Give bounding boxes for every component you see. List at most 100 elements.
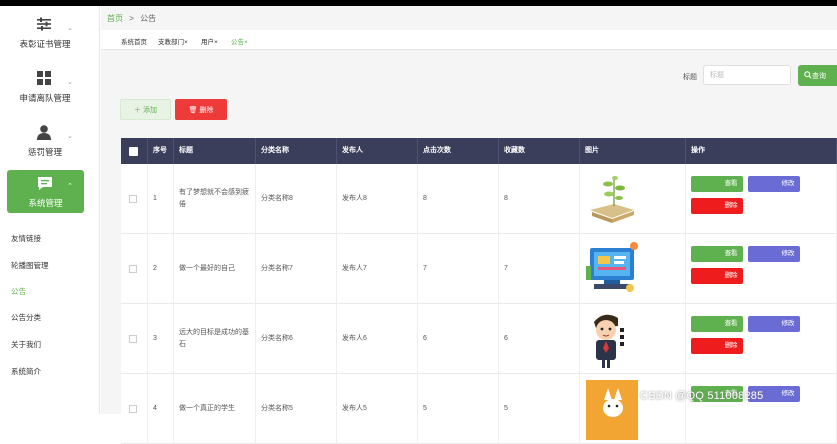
publisher-cell: 发布人5 (337, 374, 418, 444)
row-clicks: 8 (423, 195, 427, 202)
watermark: CSDN @QQ 511008285 (640, 390, 764, 402)
search-input[interactable] (703, 65, 791, 85)
search-button[interactable]: 查询 (798, 65, 837, 86)
view-button[interactable]: ♡ 查看 (691, 246, 743, 262)
view-button[interactable]: ♡ 查看 (691, 316, 743, 332)
index-cell: 1 (148, 164, 174, 234)
row-checkbox[interactable] (129, 265, 137, 273)
actions-cell: ♡ 查看 ♡ 修改 ♡ 删除 (686, 304, 837, 374)
favorites-cell: 8 (499, 164, 580, 234)
header-actions: 操作 (686, 138, 837, 164)
row-category: 分类名称7 (261, 265, 293, 272)
index-cell: 3 (148, 304, 174, 374)
nav-punishment-management[interactable]: ⌄ 惩罚管理 (0, 118, 100, 168)
sidebar: ⌄ 表彰证书管理 ⌄ 申请离队管理 ⌄ 惩罚管理 ⌃ 系统管理 友情链接 轮播图… (0, 6, 100, 414)
breadcrumb: 首页 > 公告 (107, 13, 156, 24)
select-cell (121, 374, 148, 444)
sub-item-notice[interactable]: 公告 (11, 286, 26, 297)
delete-label: 删除 (724, 272, 738, 279)
edit-label: 修改 (781, 320, 795, 327)
row-publisher: 发布人8 (342, 195, 367, 202)
select-cell (121, 164, 148, 234)
select-cell (121, 304, 148, 374)
sub-item-about-us[interactable]: 关于我们 (11, 339, 41, 350)
search-icon (804, 71, 812, 79)
select-all-checkbox[interactable] (129, 147, 138, 156)
breadcrumb-separator: > (129, 14, 134, 23)
computer-study-image (584, 238, 640, 300)
index-cell: 4 (148, 374, 174, 444)
batch-delete-button[interactable]: 🗑 删除 (175, 99, 227, 120)
image-cell (580, 164, 686, 234)
publisher-cell: 发布人6 (337, 304, 418, 374)
table-row: 2 做一个最好的自己 分类名称7 发布人7 7 7 ♡ 查看 ♡ 修改 ♡ 删除 (121, 234, 837, 304)
delete-button[interactable]: ♡ 删除 (691, 198, 743, 214)
row-favorites: 5 (504, 405, 508, 412)
category-cell: 分类名称6 (256, 304, 337, 374)
sub-item-carousel[interactable]: 轮播图管理 (11, 260, 49, 271)
table-header: 序号 标题 分类名称 发布人 点击次数 收藏数 图片 操作 (121, 138, 837, 164)
tab-users[interactable]: 用户× (201, 36, 218, 46)
tab-bar: 系统首页 支教部门× 用户× 公告× (101, 30, 837, 50)
sub-item-notice-category[interactable]: 公告分类 (11, 312, 41, 323)
breadcrumb-home[interactable]: 首页 (107, 14, 123, 23)
sub-item-system-intro[interactable]: 系统简介 (11, 366, 41, 377)
tab-notice[interactable]: 公告× (231, 36, 248, 46)
grid-icon (37, 71, 51, 85)
image-cell (580, 304, 686, 374)
delete-button[interactable]: ♡ 删除 (691, 268, 743, 284)
row-favorites: 7 (504, 265, 508, 272)
row-checkbox[interactable] (129, 335, 137, 343)
view-button[interactable]: ♡ 查看 (691, 176, 743, 192)
table-row: 3 远大的目标是成功的基石 分类名称6 发布人6 6 6 ♡ 查看 ♡ 修改 ♡… (121, 304, 837, 374)
search-button-label: 查询 (812, 72, 826, 80)
image-cell (580, 234, 686, 304)
edit-button[interactable]: ♡ 修改 (748, 246, 800, 262)
row-title: 做一个真正的学生 (179, 405, 235, 412)
title-cell: 做一个真正的学生 (174, 374, 256, 444)
header-category: 分类名称 (256, 138, 337, 164)
edit-button[interactable]: ♡ 修改 (748, 176, 800, 192)
title-cell: 有了梦想就不会感到疲倦 (174, 164, 256, 234)
row-publisher: 发布人7 (342, 265, 367, 272)
row-checkbox[interactable] (129, 195, 137, 203)
delete-button[interactable]: ♡ 删除 (691, 338, 743, 354)
actions-cell: ♡ 查看 ♡ 修改 (686, 374, 837, 444)
tab-department[interactable]: 支教部门× (158, 36, 188, 46)
clicks-cell: 5 (418, 374, 499, 444)
chevron-up-icon: ⌃ (67, 183, 73, 190)
nav-leave-management[interactable]: ⌄ 申请离队管理 (0, 64, 100, 114)
chevron-down-icon: ⌄ (67, 25, 73, 32)
header-image: 图片 (580, 138, 686, 164)
edit-button[interactable]: ♡ 修改 (748, 316, 800, 332)
table-row: 4 做一个真正的学生 分类名称5 发布人5 5 5 ♡ 查看 ♡ 修改 (121, 374, 837, 444)
search-label: 标题 (683, 74, 697, 81)
row-category: 分类名称6 (261, 335, 293, 342)
tab-home[interactable]: 系统首页 (121, 36, 147, 46)
header-select-all-cell (121, 138, 148, 164)
message-icon (38, 177, 52, 190)
chevron-down-icon: ⌄ (67, 79, 73, 86)
row-checkbox[interactable] (129, 405, 137, 413)
clicks-cell: 7 (418, 234, 499, 304)
add-button[interactable]: ＋ 添加 (120, 99, 171, 120)
nav-label: 申请离队管理 (19, 93, 71, 103)
actions-cell: ♡ 查看 ♡ 修改 ♡ 删除 (686, 164, 837, 234)
row-title: 远大的目标是成功的基石 (179, 329, 249, 348)
nav-system-management[interactable]: ⌃ 系统管理 (7, 170, 84, 213)
sub-item-friend-links[interactable]: 友情链接 (11, 233, 41, 244)
edit-label: 修改 (781, 250, 795, 257)
breadcrumb-current: 公告 (140, 14, 157, 23)
header-index: 序号 (148, 138, 174, 164)
main-content: 首页 > 公告 系统首页 支教部门× 用户× 公告× 标题 查询 ＋ 添加 🗑 … (101, 6, 837, 444)
nav-certificate-management[interactable]: ⌄ 表彰证书管理 (0, 10, 100, 60)
delete-label: 删除 (724, 342, 738, 349)
edit-label: 修改 (781, 390, 795, 397)
actions-cell: ♡ 查看 ♡ 修改 ♡ 删除 (686, 234, 837, 304)
add-button-label: 添加 (142, 106, 157, 114)
row-title: 有了梦想就不会感到疲倦 (179, 189, 249, 208)
delete-label: 删除 (724, 202, 738, 209)
row-title: 做一个最好的自己 (179, 265, 235, 272)
sliders-icon (37, 17, 51, 31)
fox-cartoon-image (586, 380, 638, 440)
